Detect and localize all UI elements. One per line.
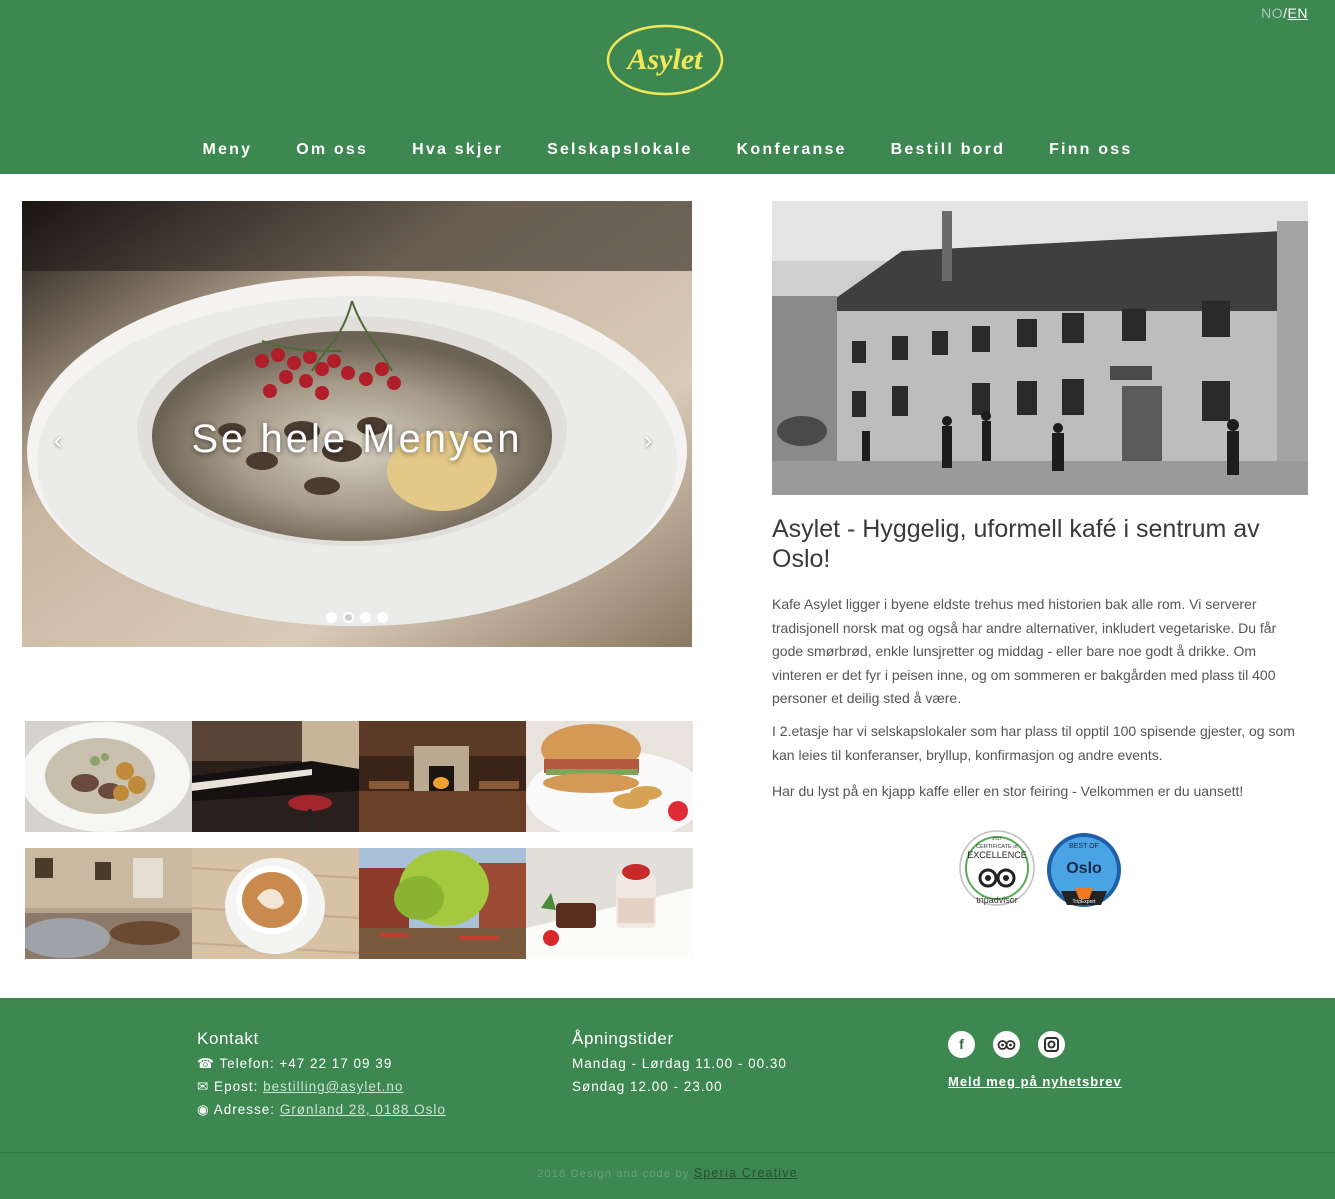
tripadvisor-icon[interactable] (993, 1031, 1020, 1058)
contact-address-link[interactable]: Grønland 28, 0188 Oslo (280, 1102, 446, 1117)
gallery-thumb-dessert[interactable] (526, 848, 693, 959)
slide-caption[interactable]: Se hele Menyen (22, 417, 692, 462)
gallery-thumb-courtyard[interactable] (359, 848, 526, 959)
opening-hours-sunday: Søndag 12.00 - 23.00 (572, 1079, 723, 1094)
lang-en-link[interactable]: EN (1288, 5, 1308, 21)
footer-divider (0, 1152, 1335, 1153)
credit-link[interactable]: Speria Creative (694, 1166, 798, 1180)
about-paragraph-2: I 2.etasje har vi selskapslokaler som ha… (772, 723, 1295, 763)
contact-email-row: ✉ Epost: bestilling@asylet.no (197, 1079, 403, 1095)
contact-email-link[interactable]: bestilling@asylet.no (263, 1079, 403, 1094)
tripadvisor-certificate-badge[interactable]: 2017 CERTIFICATE of EXCELLENCE tripadvis… (958, 830, 1036, 910)
language-switcher: NO/EN (1261, 5, 1308, 21)
page-headline: Asylet - Hyggelig, uformell kafé i sentr… (772, 515, 1260, 573)
nav-item-om-oss[interactable]: Om oss (296, 141, 368, 159)
badge-best-of: BEST OF (1069, 843, 1099, 850)
contact-address-row: ◉ Adresse: Grønland 28, 0188 Oslo (197, 1102, 446, 1118)
slider-dots (22, 612, 692, 623)
gallery-thumb-cappuccino[interactable] (192, 848, 359, 959)
contact-address-label: ◉ Adresse: (197, 1102, 280, 1117)
opening-hours-weekdays: Mandag - Lørdag 11.00 - 00.30 (572, 1056, 787, 1071)
slider-dot[interactable] (326, 612, 337, 623)
hero-slider[interactable]: Se hele Menyen ‹ › (22, 201, 692, 647)
site-header: NO/EN Asylet Meny Om oss Hva skjer Selsk… (0, 0, 1335, 174)
gallery-thumb-fireplace-room[interactable] (359, 721, 526, 832)
credit-text: 2018 Design and code by (537, 1168, 694, 1180)
asylet-logo[interactable]: Asylet (606, 24, 724, 96)
gallery-thumb-piano[interactable] (192, 721, 359, 832)
about-paragraph-3: Har du lyst på en kjapp kaffe eller en s… (772, 783, 1244, 799)
nav-item-selskapslokale[interactable]: Selskapslokale (547, 141, 693, 159)
gallery-thumb-burger[interactable] (526, 721, 693, 832)
gallery-thumb-game-stew[interactable] (25, 721, 192, 832)
contact-email-label: ✉ Epost: (197, 1079, 264, 1094)
site-footer: Kontakt ☎ Telefon: +47 22 17 09 39 ✉ Epo… (0, 998, 1335, 1199)
photo-gallery (25, 721, 693, 959)
historic-building-photo (772, 201, 1308, 495)
nav-item-bestill-bord[interactable]: Bestill bord (891, 141, 1005, 159)
gallery-thumb-lounge[interactable] (25, 848, 192, 959)
nav-item-hva-skjer[interactable]: Hva skjer (412, 141, 503, 159)
footer-credit: 2018 Design and code by Speria Creative (0, 1166, 1335, 1180)
slider-dot-active[interactable] (343, 612, 354, 623)
newsletter-signup-link[interactable]: Meld meg på nyhetsbrev (948, 1074, 1122, 1089)
nav-item-finn-oss[interactable]: Finn oss (1049, 141, 1132, 159)
about-paragraph-1: Kafe Asylet ligger i byene eldste trehus… (772, 596, 1277, 706)
badge-tripexpert: TripExpert (1073, 899, 1096, 905)
slider-next-arrow[interactable]: › (644, 427, 652, 455)
instagram-icon[interactable] (1038, 1031, 1065, 1058)
slider-dot[interactable] (360, 612, 371, 623)
contact-phone: ☎ Telefon: +47 22 17 09 39 (197, 1056, 393, 1071)
best-of-oslo-badge[interactable]: BEST OF Oslo TripExpert (1045, 833, 1125, 911)
lang-no-link[interactable]: NO (1261, 5, 1283, 21)
slider-prev-arrow[interactable]: ‹ (54, 427, 62, 455)
opening-hours-heading: Åpningstider (572, 1029, 674, 1048)
logo-text: Asylet (626, 43, 705, 76)
main-nav: Meny Om oss Hva skjer Selskapslokale Kon… (0, 141, 1335, 159)
nav-item-konferanse[interactable]: Konferanse (737, 141, 847, 159)
facebook-icon[interactable]: f (948, 1031, 975, 1058)
contact-heading: Kontakt (197, 1029, 259, 1048)
nav-item-meny[interactable]: Meny (203, 141, 253, 159)
slider-dot[interactable] (377, 612, 388, 623)
badge-excellence-line: EXCELLENCE (967, 850, 1027, 860)
badge-city: Oslo (1066, 860, 1102, 877)
badge-year: 2017 (992, 836, 1003, 841)
badge-brand: tripadvisor (976, 895, 1018, 905)
